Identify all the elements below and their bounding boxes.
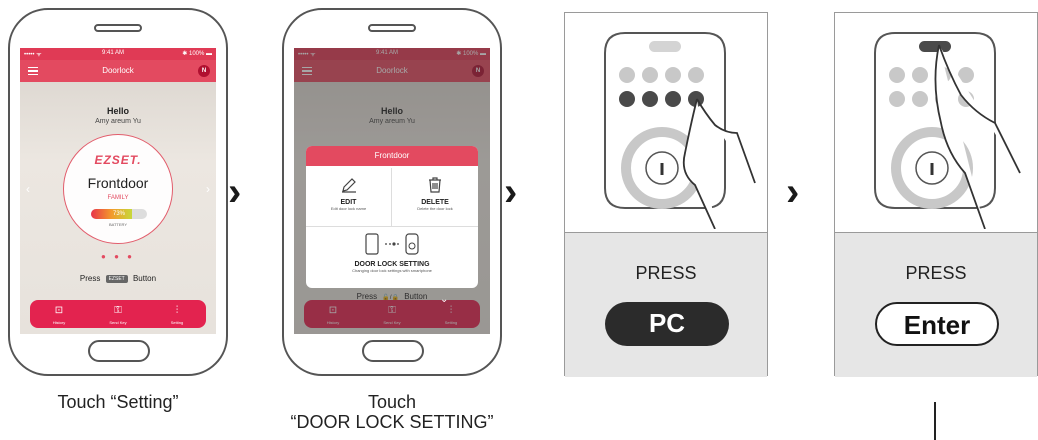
app-title: Doorlock [102, 66, 134, 75]
dialog-title: Frontdoor [306, 146, 478, 166]
keypad-panel-enter: PRESS Enter [834, 12, 1038, 377]
lock-card[interactable]: EZSET. Frontdoor FAMILY 73% BATTERY [63, 134, 173, 244]
door-lock-setting-title: DOOR LOCK SETTING [354, 261, 430, 268]
tab-label: History [52, 320, 66, 325]
send-key-icon: ⚿ [114, 305, 122, 316]
status-time: 9:41 AM [102, 50, 125, 56]
press-suffix: Button [132, 274, 157, 283]
tab-label: Send Key [109, 320, 127, 325]
press-hint: Press EZSET Button [20, 274, 216, 283]
edit-subtitle: Edit door lock name [330, 206, 367, 211]
press-label: PRESS [905, 263, 967, 283]
phone-step-2: ••••• ᯤ 9:41 AM ✱ 100% ▬ Doorlock N Hell… [282, 8, 502, 376]
battery-label: BATTERY [108, 222, 128, 227]
edit-option[interactable]: EDIT Edit door lock name [306, 168, 392, 227]
ezset-logo: EZSET. [94, 153, 142, 167]
step-1-caption: Touch “Setting” [57, 392, 179, 412]
phone-to-lock-icon [365, 233, 419, 255]
phone-step-1: ••••• ᯤ 9:41 AM ✱ 100% ▬ Doorlock N Hell… [8, 8, 228, 376]
lock-options-dialog: Frontdoor EDIT Edit door lock name DELET… [306, 146, 478, 288]
setting-icon: ⫶ [175, 305, 179, 316]
arrow-right-icon: › [504, 170, 518, 214]
chevron-left-icon[interactable]: ‹ [26, 182, 30, 196]
greeting: Hello [106, 106, 129, 116]
continue-line [934, 402, 936, 440]
phone-speaker [94, 24, 142, 32]
app-bar: Doorlock N [20, 60, 216, 82]
avatar[interactable]: N [198, 65, 210, 77]
home-button [362, 340, 424, 362]
arrow-right-icon: › [786, 170, 800, 214]
signal-indicator: ••••• ᯤ [24, 52, 42, 58]
chevron-right-icon[interactable]: › [206, 182, 210, 196]
ezset-badge: EZSET [105, 274, 128, 283]
battery-percent: 73% [112, 211, 125, 217]
phone-screen: ••••• ᯤ 9:41 AM ✱ 100% ▬ Doorlock N Hell… [294, 48, 490, 334]
lock-group: FAMILY [107, 195, 129, 201]
enter-key-button[interactable]: Enter [875, 302, 999, 346]
step-2-caption-line2: “DOOR LOCK SETTING” [290, 412, 494, 432]
door-lock-setting-subtitle: Changing door lock settings with smartph… [352, 268, 432, 273]
keypad-panel-pc: PRESS PC [564, 12, 768, 377]
tab-label: Setting [170, 320, 184, 325]
battery-bar: 73% [91, 209, 147, 219]
phone-speaker [368, 24, 416, 32]
edit-title: EDIT [340, 199, 357, 206]
battery-status: ✱ 100% ▬ [182, 51, 212, 57]
lock-name: Frontdoor [87, 175, 149, 191]
home-button [88, 340, 150, 362]
delete-option[interactable]: DELETE Delete the door lock [392, 168, 478, 227]
status-bar: ••••• ᯤ 9:41 AM ✱ 100% ▬ [20, 48, 216, 60]
pencil-icon [341, 178, 356, 193]
pc-key-button[interactable]: PC [605, 302, 729, 346]
door-lock-setting-option[interactable]: DOOR LOCK SETTING Changing door lock set… [306, 228, 478, 286]
trash-icon [429, 177, 441, 193]
delete-subtitle: Delete the door lock [417, 206, 453, 211]
tab-setting[interactable]: ⫶ Setting [148, 300, 206, 328]
pager-dots: ● ● ● [101, 252, 135, 261]
keypad-illustration [604, 32, 756, 229]
tab-bar: ⊡ History ⚿ Send Key ⫶ Setting [30, 300, 206, 328]
arrow-right-icon: › [228, 170, 242, 214]
keypad-illustration [874, 32, 1021, 229]
panel-bottom: PRESS PC [565, 232, 767, 377]
chevron-down-icon[interactable]: ⌄ [440, 294, 448, 305]
step-2-caption-line1: Touch [367, 392, 417, 412]
menu-icon[interactable] [28, 67, 38, 75]
user-name: Amy areum Yu [95, 118, 141, 125]
tab-send-key[interactable]: ⚿ Send Key [89, 300, 147, 328]
press-label: PRESS [635, 263, 697, 283]
press-prefix: Press [79, 274, 101, 283]
delete-title: DELETE [421, 199, 449, 206]
history-icon: ⊡ [54, 305, 64, 316]
phone-screen: ••••• ᯤ 9:41 AM ✱ 100% ▬ Doorlock N Hell… [20, 48, 216, 334]
step-2-caption: Touch “DOOR LOCK SETTING” [262, 392, 522, 432]
panel-bottom: PRESS Enter [835, 232, 1037, 377]
tab-history[interactable]: ⊡ History [30, 300, 88, 328]
